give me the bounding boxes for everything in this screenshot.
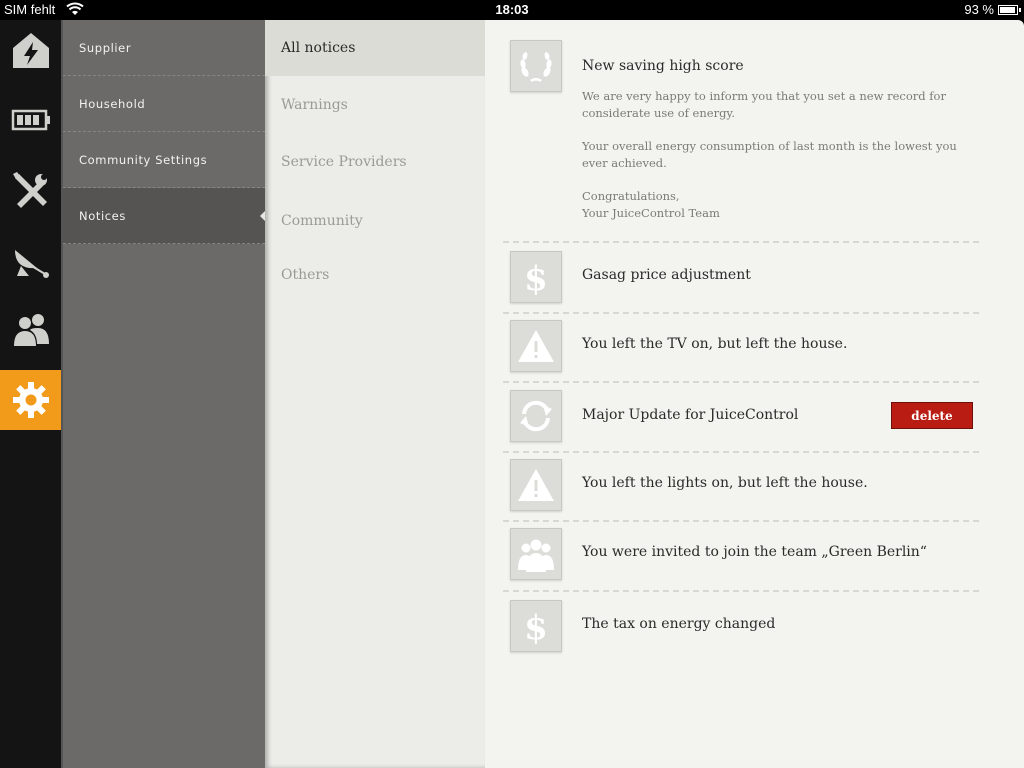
notice-icon: $ [510,251,562,303]
clock: 18:03 [495,2,529,17]
refresh-icon [520,400,552,432]
notice-item[interactable]: You left the TV on, but left the house. [503,314,979,383]
warning-icon [518,469,554,501]
delete-button[interactable]: delete [891,402,973,429]
notice-icon [510,459,562,511]
battery-indicator-icon [998,5,1021,15]
dollar-icon: $ [524,608,548,646]
notice-icon [510,528,562,580]
warning-icon [518,330,554,362]
menu-item-supplier[interactable]: Supplier [63,20,265,76]
menu-item-label: Supplier [79,40,132,55]
nav-settings[interactable] [0,370,67,430]
svg-text:$: $ [524,608,548,646]
laurel-wreath-icon [520,52,552,82]
notice-body-paragraph: We are very happy to inform you that you… [582,89,946,120]
lightning-house-icon [12,33,49,68]
status-bar: SIM fehlt 18:03 93 % [0,0,1024,20]
battery-icon [11,109,50,131]
notice-categories: All notices Warnings Service Providers C… [265,20,485,768]
menu-item-notices[interactable]: Notices [63,188,266,244]
menu-item-community-settings[interactable]: Community Settings [63,132,265,188]
category-others[interactable]: Others [265,247,485,303]
category-label: Others [281,267,330,283]
category-community[interactable]: Community [265,193,485,249]
category-label: All notices [281,40,356,56]
notice-item[interactable]: $ Gasag price adjustment [503,243,979,314]
menu-item-household[interactable]: Household [63,76,265,132]
notice-title: The tax on energy changed [582,616,776,632]
notice-item[interactable]: New saving high score We are very happy … [503,38,979,243]
notice-title: Gasag price adjustment [582,267,751,283]
notice-icon [510,320,562,372]
gear-icon [12,382,49,418]
menu-item-label: Notices [79,208,126,223]
menu-item-label: Community Settings [79,152,208,167]
notice-body-paragraph: Your overall energy consumption of last … [582,139,957,170]
settings-menu: Supplier Household Community Settings No… [61,20,266,768]
people-icon [13,314,49,346]
category-service-providers[interactable]: Service Providers [265,134,485,190]
main-nav-rail [0,20,67,768]
svg-text:$: $ [524,259,548,297]
menu-item-label: Household [79,96,146,111]
category-all-notices[interactable]: All notices [265,20,485,76]
nav-satellite[interactable] [0,230,61,290]
notice-title: You were invited to join the team „Green… [582,544,927,560]
notice-title: Major Update for JuiceControl [582,407,799,423]
notice-body-paragraph: Congratulations, Your JuiceControl Team [582,189,720,220]
notice-title: New saving high score [582,58,744,74]
notice-item[interactable]: $ The tax on energy changed [503,592,979,662]
notices-list: New saving high score We are very happy … [485,20,1024,768]
category-label: Community [281,213,363,229]
notice-icon [510,390,562,442]
notice-body: We are very happy to inform you that you… [582,88,972,238]
category-warnings[interactable]: Warnings [265,77,485,133]
notice-item[interactable]: Major Update for JuiceControl delete [503,383,979,453]
satellite-dish-icon [14,250,49,278]
category-label: Service Providers [281,154,407,170]
notice-icon: $ [510,600,562,652]
notice-item[interactable]: You left the lights on, but left the hou… [503,453,979,522]
nav-energy-house[interactable] [0,20,61,80]
notice-title: You left the lights on, but left the hou… [582,475,868,491]
people-icon [518,539,554,572]
category-label: Warnings [281,97,348,113]
nav-community[interactable] [0,300,61,360]
tools-icon [12,172,47,208]
nav-tools[interactable] [0,160,61,220]
notice-icon [510,40,562,92]
battery-percent: 93 % [964,2,994,17]
dollar-icon: $ [524,259,548,297]
notice-item[interactable]: You were invited to join the team „Green… [503,522,979,592]
nav-battery[interactable] [0,90,61,150]
notice-title: You left the TV on, but left the house. [582,336,848,352]
